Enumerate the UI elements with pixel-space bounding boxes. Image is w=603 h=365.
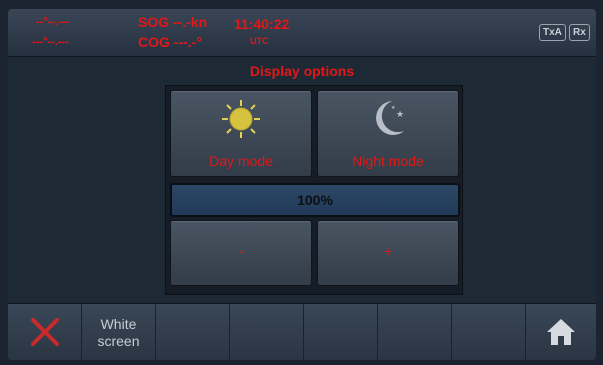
toolbar-slot-4 [230,304,304,360]
longitude-readout: ---°--.--- [32,36,69,48]
brightness-decrease-button[interactable]: - [170,220,312,286]
latitude-readout: --°--.--- [36,16,70,28]
close-icon [31,318,59,346]
white-screen-button[interactable]: White screen [82,304,156,360]
night-mode-button[interactable]: ★ ★ Night mode [317,90,459,177]
home-icon [547,319,575,345]
page-title: Display options [249,63,355,79]
sun-icon [222,100,260,138]
toolbar-slot-6 [378,304,452,360]
svg-text:★: ★ [396,110,404,120]
clock-timezone: UTC [250,36,269,46]
display-frame: --°--.--- ---°--.--- SOG --.-kn COG ---.… [8,9,596,360]
bottom-toolbar: White screen [8,303,596,360]
svg-text:★: ★ [391,105,396,111]
increase-label: + [383,243,393,259]
rx-indicator: Rx [569,24,590,41]
night-mode-label: Night mode [352,153,424,169]
day-mode-label: Day mode [209,153,273,169]
cog-readout: COG ---.-° [138,34,202,50]
cancel-button[interactable] [8,304,82,360]
toolbar-slot-5 [304,304,378,360]
day-mode-button[interactable]: Day mode [170,90,312,177]
decrease-label: - [238,243,244,259]
options-panel: Day mode ★ ★ Night mode 100% - + [165,85,463,295]
moon-icon: ★ ★ [376,101,404,135]
white-screen-line1: White [100,316,137,332]
toolbar-slot-7 [452,304,526,360]
brightness-increase-button[interactable]: + [317,220,459,286]
txa-indicator: TxA [539,24,566,41]
clock-time: 11:40:22 [234,16,290,32]
home-button[interactable] [526,304,596,360]
toolbar-slot-3 [156,304,230,360]
brightness-value: 100% [297,192,333,208]
status-header: --°--.--- ---°--.--- SOG --.-kn COG ---.… [8,9,596,57]
white-screen-label: White screen [82,316,155,350]
brightness-bar: 100% [170,183,460,217]
white-screen-line2: screen [97,333,140,349]
sog-readout: SOG --.-kn [138,14,208,30]
display-options-screen: Display options Day mode ★ ★ Night mode … [8,57,596,302]
